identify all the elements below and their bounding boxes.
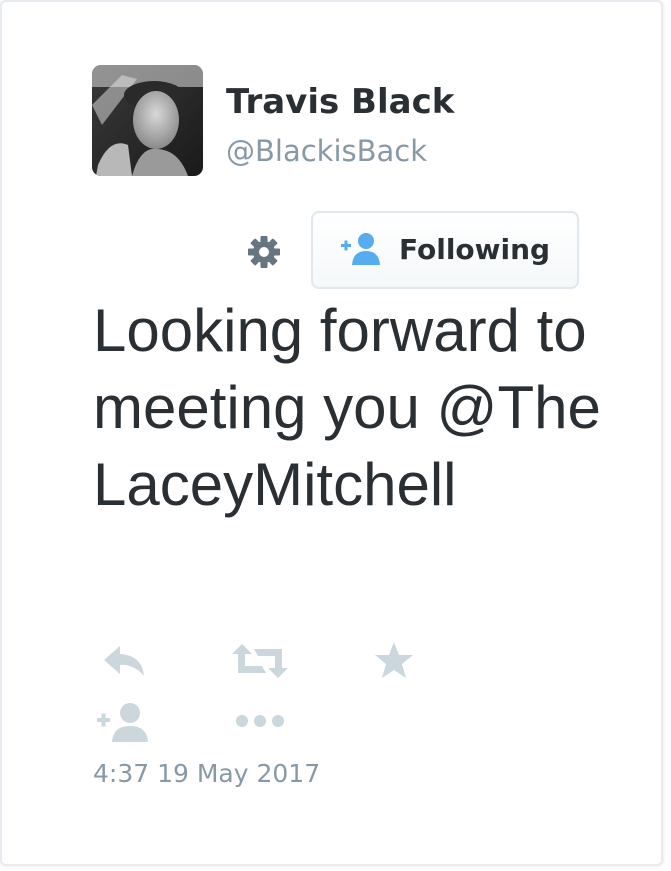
gear-icon[interactable] — [244, 232, 284, 272]
tweet-timestamp[interactable]: 4:37 19 May 2017 — [93, 759, 320, 788]
following-button[interactable]: Following — [311, 211, 579, 289]
avatar[interactable] — [92, 65, 203, 176]
following-label: Following — [399, 233, 551, 266]
tweet-card: Travis Black @BlackisBack Following Look… — [0, 0, 663, 866]
add-user-icon — [341, 231, 385, 267]
tweet-text: Looking forward to meeting you @TheLacey… — [93, 297, 601, 518]
user-handle[interactable]: @BlackisBack — [226, 134, 427, 168]
more-dots-icon[interactable] — [234, 712, 286, 730]
add-user-icon[interactable] — [96, 701, 154, 743]
reply-icon[interactable] — [102, 642, 148, 680]
star-icon[interactable] — [374, 641, 414, 679]
display-name[interactable]: Travis Black — [226, 82, 454, 122]
retweet-icon[interactable] — [232, 642, 288, 680]
